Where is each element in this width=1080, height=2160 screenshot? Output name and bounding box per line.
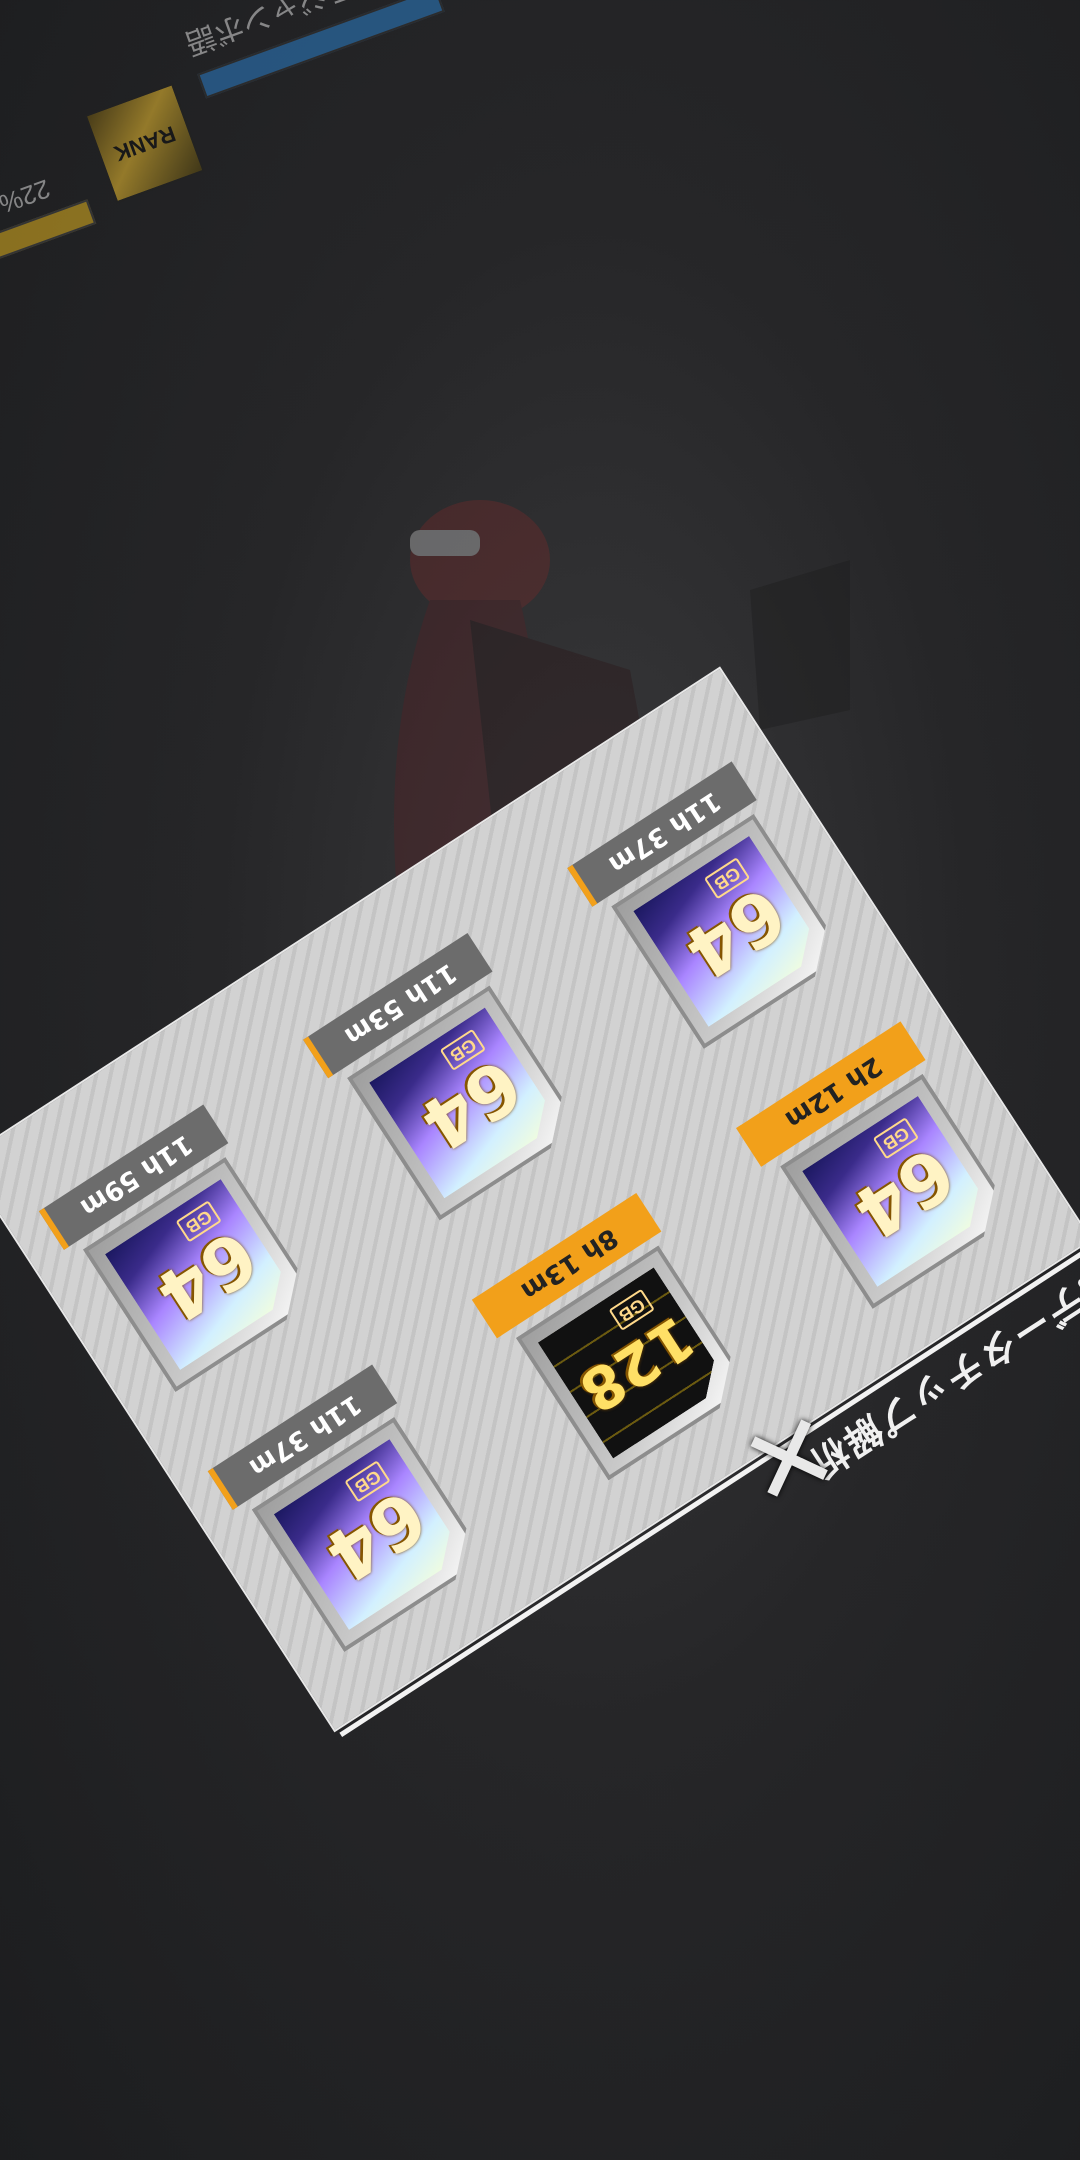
- chip-slot-1[interactable]: 64 GB 2h 12m: [728, 1001, 1024, 1314]
- data-chip-analysis-panel: データチップ解析 64 GB 2h 12m 128 GB 8h 13m 64 G…: [0, 666, 1080, 1737]
- player-status-hud: 51 ウルトラジャンボ語 RANK 22%: [0, 0, 535, 263]
- chip-slot-2[interactable]: 128 GB 8h 13m: [464, 1173, 760, 1486]
- rank-badge: RANK: [84, 82, 205, 204]
- chip-slot-3[interactable]: 64 GB 11h 37m: [200, 1344, 496, 1657]
- rank-percent: 22%: [0, 173, 55, 220]
- chip-slot-6[interactable]: 64 GB 11h 59m: [31, 1084, 327, 1397]
- chip-slot-5[interactable]: 64 GB 11h 53m: [295, 913, 591, 1226]
- chip-grid: 64 GB 2h 12m 128 GB 8h 13m 64 GB 11h 37m: [0, 666, 1080, 1733]
